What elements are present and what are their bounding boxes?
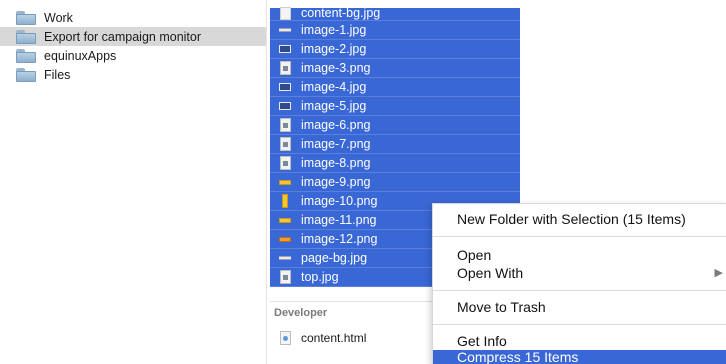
file-name: image-3.png (301, 61, 371, 75)
folder-label: Work (44, 10, 73, 25)
yellow-bar-image-icon (279, 175, 291, 189)
file-name: image-12.png (301, 232, 378, 246)
white-image-icon (279, 6, 291, 20)
file-name: image-5.jpg (301, 99, 367, 113)
document-image-icon (279, 270, 291, 284)
file-row[interactable]: image-9.png (270, 173, 520, 192)
blue-image-icon (279, 99, 291, 113)
file-name: image-11.png (301, 213, 377, 227)
blue-image-icon (279, 42, 291, 56)
html-file-icon (280, 331, 291, 345)
menu-item-open[interactable]: Open (433, 246, 726, 264)
document-image-icon (279, 61, 291, 75)
file-name: content.html (301, 331, 367, 345)
sidebar-item-work[interactable]: Work (0, 8, 266, 27)
file-row-content-html[interactable]: content.html (280, 331, 366, 345)
file-row[interactable]: image-3.png (270, 59, 520, 78)
menu-separator (433, 236, 726, 237)
context-menu: New Folder with Selection (15 Items) Ope… (432, 203, 726, 364)
folder-icon (16, 48, 36, 63)
file-row[interactable]: image-1.jpg (270, 21, 520, 40)
folder-icon (16, 67, 36, 82)
sidebar-folder-list: Work Export for campaign monitor equinux… (0, 8, 266, 84)
menu-item-open-with[interactable]: Open With ▶ (433, 264, 726, 282)
submenu-arrow-icon: ▶ (714, 267, 723, 279)
thin-line-image-icon (279, 251, 291, 265)
file-row[interactable]: image-5.jpg (270, 97, 520, 116)
file-name: image-4.jpg (301, 80, 367, 94)
menu-separator (433, 290, 726, 291)
file-row[interactable]: image-2.jpg (270, 40, 520, 59)
menu-item-get-info[interactable]: Get Info (433, 332, 726, 350)
menu-item-move-to-trash[interactable]: Move to Trash (433, 298, 726, 316)
orange-bar-image-icon (279, 232, 291, 246)
file-name: image-9.png (301, 175, 371, 189)
file-name: page-bg.jpg (301, 251, 368, 265)
file-name: image-10.png (301, 194, 378, 208)
document-image-icon (279, 156, 291, 170)
file-row[interactable]: content-bg.jpg (270, 6, 520, 21)
file-row[interactable]: image-8.png (270, 154, 520, 173)
file-name: image-6.png (301, 118, 371, 132)
file-name: content-bg.jpg (301, 6, 381, 20)
document-image-icon (279, 118, 291, 132)
blue-image-icon (279, 80, 291, 94)
menu-separator (433, 324, 726, 325)
file-name: image-7.png (301, 137, 371, 151)
menu-item-new-folder-with-selection[interactable]: New Folder with Selection (15 Items) (433, 210, 726, 228)
file-row[interactable]: image-7.png (270, 135, 520, 154)
folder-icon (16, 10, 36, 25)
file-name: image-2.jpg (301, 42, 367, 56)
yellow-bar-image-icon (279, 213, 291, 227)
folder-icon (16, 29, 36, 44)
sidebar-item-export-for-campaign-monitor[interactable]: Export for campaign monitor (0, 27, 266, 46)
folder-label: Files (44, 67, 71, 82)
file-row[interactable]: image-4.jpg (270, 78, 520, 97)
folder-label: Export for campaign monitor (44, 29, 202, 44)
menu-item-label: Open With (457, 265, 524, 281)
yellow-vertical-image-icon (279, 194, 291, 208)
document-image-icon (279, 137, 291, 151)
file-row[interactable]: image-6.png (270, 116, 520, 135)
sidebar-item-equinuxapps[interactable]: equinuxApps (0, 46, 266, 65)
folder-label: equinuxApps (44, 48, 117, 63)
menu-item-compress[interactable]: Compress 15 Items (433, 350, 726, 364)
column-divider[interactable] (266, 0, 267, 364)
file-name: image-1.jpg (301, 23, 367, 37)
file-name: top.jpg (301, 270, 339, 284)
thin-line-image-icon (279, 23, 291, 37)
file-name: image-8.png (301, 156, 371, 170)
sidebar-item-files[interactable]: Files (0, 65, 266, 84)
